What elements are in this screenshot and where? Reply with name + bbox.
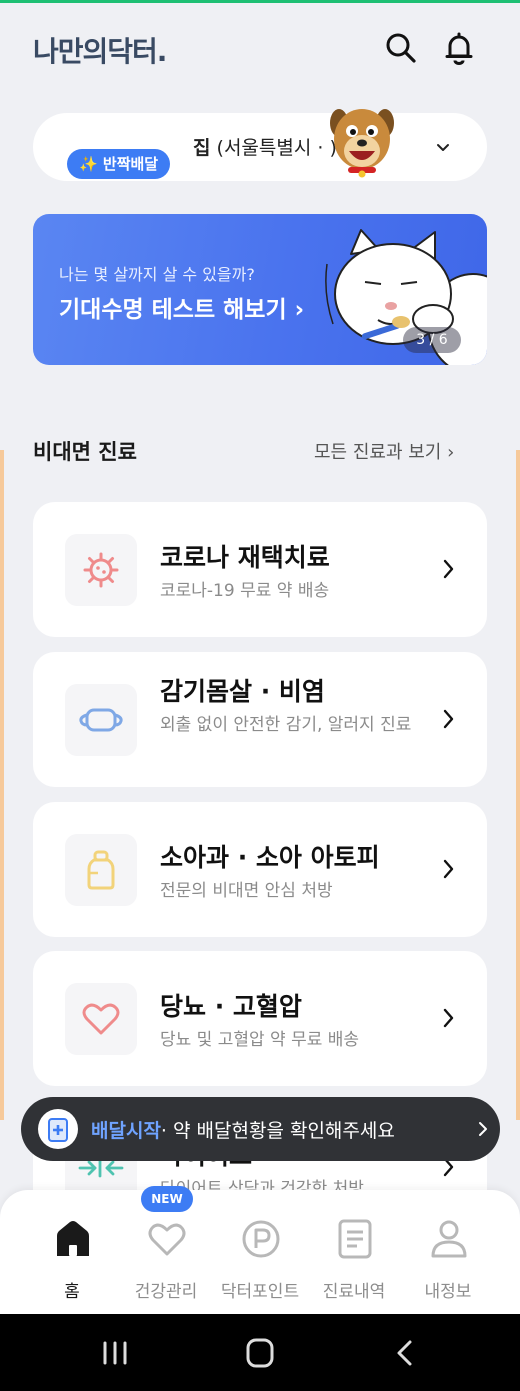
card-title: 소아과 · 소아 아토피 — [160, 843, 380, 872]
nav-label: 닥터포인트 — [220, 1282, 300, 1302]
card-pediatrics[interactable]: 소아과 · 소아 아토피 전문의 비대면 안심 처방 — [33, 802, 487, 937]
bottom-navigation: 홈 건강관리 닥터포인트 진료내역 내정보 — [0, 1190, 520, 1314]
app-header: 나만의닥터. — [0, 20, 520, 80]
left-edge-highlight — [0, 450, 4, 1120]
person-icon — [431, 1220, 467, 1258]
promo-banner[interactable]: 나는 몇 살까지 살 수 있을까? 기대수명 테스트 해보기 › 3 / 6 — [33, 214, 487, 365]
nav-label: 진료내역 — [322, 1282, 386, 1302]
card-title: 당뇨 · 고혈압 — [160, 992, 302, 1021]
chevron-right-icon — [443, 559, 454, 579]
home-icon — [57, 1221, 89, 1256]
address-label: 집 — [193, 137, 211, 159]
document-icon — [338, 1219, 372, 1259]
home-button-icon[interactable] — [240, 1336, 280, 1370]
quick-delivery-badge: ✨ 반짝배달 — [67, 149, 171, 179]
search-button[interactable] — [383, 30, 419, 66]
baby-bottle-icon — [87, 850, 115, 890]
card-covid-home-care[interactable]: 코로나 재택치료 코로나-19 무료 약 배송 — [33, 502, 487, 637]
card-icon-box — [65, 684, 137, 756]
point-icon — [242, 1220, 280, 1258]
delivery-toast[interactable]: 배달시작· 약 배달현황을 확인해주세요 — [21, 1097, 500, 1161]
card-cold-rhinitis[interactable]: 감기몸살 · 비염 외출 없이 안전한 감기, 알러지 진료 — [33, 652, 487, 787]
card-title: 감기몸살 · 비염 — [160, 677, 325, 706]
recent-apps-icon[interactable] — [95, 1336, 135, 1370]
nav-my-info[interactable]: 내정보 — [396, 1190, 500, 1314]
system-navigation-bar — [0, 1314, 520, 1391]
toast-message: · 약 배달현황을 확인해주세요 — [160, 1120, 395, 1142]
mask-icon — [79, 708, 123, 732]
chevron-right-icon — [443, 859, 454, 879]
new-badge: NEW — [141, 1186, 193, 1212]
toast-highlight: 배달시작 — [91, 1120, 161, 1142]
banner-pager: 3 / 6 — [403, 327, 461, 353]
card-subtitle: 전문의 비대면 안심 처방 — [160, 881, 333, 901]
bell-icon — [445, 32, 473, 65]
notification-button[interactable] — [441, 30, 477, 66]
card-subtitle: 당뇨 및 고혈압 약 무료 배송 — [160, 1030, 360, 1050]
nav-label: 내정보 — [424, 1282, 472, 1302]
nav-home[interactable]: 홈 — [20, 1190, 124, 1314]
card-subtitle: 코로나-19 무료 약 배송 — [160, 581, 330, 601]
heart-outline-icon — [148, 1223, 186, 1256]
toast-icon-circle — [38, 1109, 78, 1149]
card-subtitle: 외출 없이 안전한 감기, 알러지 진료 — [160, 715, 412, 735]
search-icon — [386, 33, 416, 63]
right-edge-highlight — [516, 450, 520, 1120]
chevron-down-icon — [437, 144, 449, 151]
nav-doctor-point[interactable]: 닥터포인트 — [208, 1190, 312, 1314]
back-icon[interactable] — [386, 1336, 426, 1370]
banner-subtitle: 나는 몇 살까지 살 수 있을까? — [59, 265, 255, 284]
chevron-right-icon — [443, 1008, 454, 1028]
virus-icon — [83, 552, 119, 588]
mascot-dog-sticker — [330, 109, 394, 178]
section-title: 비대면 진료 — [33, 440, 137, 464]
card-icon-box — [65, 983, 137, 1055]
nav-label: 홈 — [64, 1282, 80, 1302]
card-icon-box — [65, 534, 137, 606]
card-icon-box — [65, 834, 137, 906]
top-status-line — [0, 0, 520, 3]
nav-history[interactable]: 진료내역 — [302, 1190, 406, 1314]
medicine-bag-icon — [48, 1118, 68, 1142]
address-text: 집 (서울특별시 · ) — [193, 133, 337, 160]
banner-title: 기대수명 테스트 해보기 › — [59, 297, 305, 323]
chevron-right-icon — [479, 1122, 487, 1136]
nav-label: 건강관리 — [134, 1282, 198, 1302]
chevron-right-icon — [443, 709, 454, 729]
heart-icon — [82, 1003, 120, 1035]
view-all-departments-link[interactable]: 모든 진료과 보기 › — [314, 438, 454, 464]
card-diabetes-hypertension[interactable]: 당뇨 · 고혈압 당뇨 및 고혈압 약 무료 배송 — [33, 951, 487, 1086]
app-logo: 나만의닥터. — [33, 35, 167, 68]
card-title: 코로나 재택치료 — [160, 543, 330, 572]
address-selector[interactable]: ✨ 반짝배달 집 (서울특별시 · ) — [33, 109, 487, 181]
address-detail: (서울특별시 · — [216, 137, 324, 159]
toast-text: 배달시작· 약 배달현황을 확인해주세요 — [91, 1116, 395, 1143]
